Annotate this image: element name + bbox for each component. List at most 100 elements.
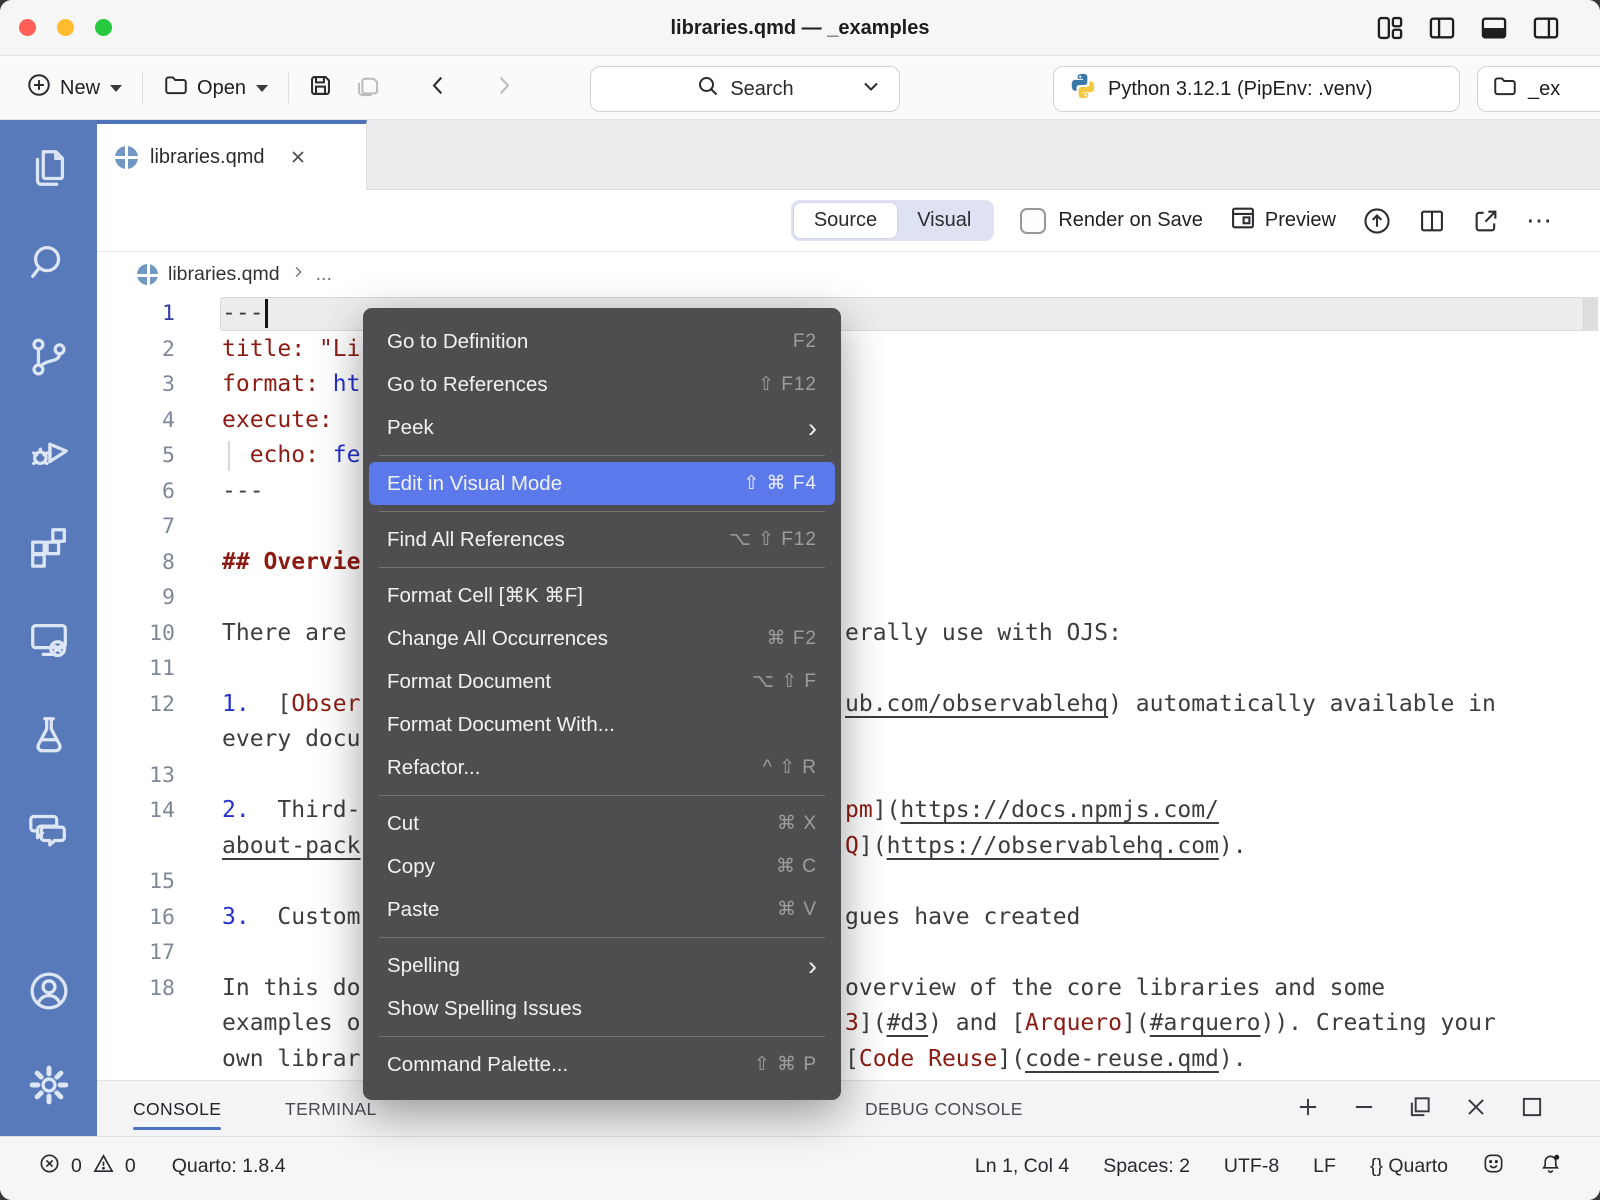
breadcrumb-file[interactable]: libraries.qmd (168, 263, 280, 286)
toggle-panel-icon[interactable] (1480, 14, 1508, 47)
navigate-back-button[interactable] (415, 72, 462, 104)
language-mode[interactable]: {} Quarto (1370, 1155, 1448, 1178)
code-line[interactable]: 15 (97, 864, 1600, 900)
menu-item-paste[interactable]: Paste⌘ V (363, 888, 841, 931)
code-line[interactable]: every docu (97, 722, 1600, 758)
source-mode-button[interactable]: Source (794, 203, 897, 238)
menu-separator (379, 511, 825, 512)
preview-button[interactable]: Preview (1229, 204, 1336, 237)
open-button[interactable]: Open (151, 66, 280, 110)
menu-item-format-document-with[interactable]: Format Document With... (363, 703, 841, 746)
code-line[interactable]: 1--- (97, 296, 1600, 332)
notifications-bell-icon[interactable] (1539, 1152, 1562, 1181)
code-line[interactable]: 2title: "Li (97, 332, 1600, 368)
eol-setting[interactable]: LF (1313, 1155, 1336, 1178)
extensions-icon[interactable] (26, 523, 72, 569)
warnings-icon[interactable] (92, 1152, 115, 1181)
settings-gear-icon[interactable] (26, 1062, 72, 1108)
panel-tab-debug-console[interactable]: DEBUG CONSOLE (865, 1081, 1023, 1137)
bottom-panel: CONSOLE TERMINAL DEBUG CONSOLE (97, 1080, 1600, 1136)
code-line[interactable]: own librar[Code Reuse](code-reuse.qmd). (97, 1042, 1600, 1078)
menu-item-format-cell-k-f[interactable]: Format Cell [⌘K ⌘F] (363, 574, 841, 617)
maximize-panel-icon[interactable] (1519, 1094, 1545, 1125)
indent-setting[interactable]: Spaces: 2 (1103, 1155, 1190, 1178)
errors-icon[interactable] (38, 1152, 61, 1181)
menu-item-command-palette[interactable]: Command Palette...⇧ ⌘ P (363, 1043, 841, 1086)
new-button[interactable]: New (14, 66, 134, 110)
code-line[interactable]: 13 (97, 758, 1600, 794)
new-console-plus-icon[interactable] (1295, 1094, 1321, 1125)
menu-item-go-to-references[interactable]: Go to References⇧ F12 (363, 363, 841, 406)
toggle-sidebar-icon[interactable] (1428, 14, 1456, 47)
explorer-icon[interactable] (26, 145, 72, 191)
menu-item-show-spelling-issues[interactable]: Show Spelling Issues (363, 987, 841, 1030)
menu-item-change-all-occurrences[interactable]: Change All Occurrences⌘ F2 (363, 617, 841, 660)
run-debug-icon[interactable] (26, 428, 72, 474)
quarto-version[interactable]: Quarto: 1.8.4 (172, 1155, 286, 1178)
code-line[interactable]: 5 echo: fe (97, 438, 1600, 474)
customize-layout-icon[interactable] (1376, 14, 1404, 47)
code-line[interactable]: 4execute: (97, 403, 1600, 439)
code-line[interactable]: 10There are erally use with OJS: (97, 616, 1600, 652)
menu-item-find-all-references[interactable]: Find All References⌥ ⇧ F12 (363, 518, 841, 561)
tab-libraries-qmd[interactable]: libraries.qmd (97, 120, 367, 190)
code-line[interactable]: 6--- (97, 474, 1600, 510)
line-number: 11 (97, 651, 175, 687)
split-editor-icon[interactable] (1418, 207, 1446, 235)
menu-item-go-to-definition[interactable]: Go to DefinitionF2 (363, 320, 841, 363)
testing-flask-icon[interactable] (26, 712, 72, 758)
menu-item-spelling[interactable]: Spelling› (363, 944, 841, 987)
code-line[interactable]: examples o3](#d3) and [Arquero](#arquero… (97, 1006, 1600, 1042)
panel-tab-console[interactable]: CONSOLE (133, 1081, 221, 1137)
code-line[interactable]: 142. Third-pm](https://docs.npmjs.com/ (97, 793, 1600, 829)
interpreter-selector[interactable]: Python 3.12.1 (PipEnv: .venv) (1053, 66, 1460, 112)
more-actions-icon[interactable]: ⋯ (1526, 205, 1554, 236)
chat-icon[interactable] (26, 806, 72, 852)
workspace-selector[interactable]: _ex (1477, 66, 1600, 112)
close-panel-icon[interactable] (1463, 1094, 1489, 1125)
toggle-secondary-sidebar-icon[interactable] (1532, 14, 1560, 47)
menu-item-edit-in-visual-mode[interactable]: Edit in Visual Mode⇧ ⌘ F4 (369, 462, 835, 505)
account-icon[interactable] (26, 968, 72, 1014)
menu-item-format-document[interactable]: Format Document⌥ ⇧ F (363, 660, 841, 703)
code-line[interactable]: 9 (97, 580, 1600, 616)
feedback-smiley-icon[interactable] (1482, 1152, 1505, 1181)
open-in-new-window-icon[interactable] (1472, 207, 1500, 235)
encoding[interactable]: UTF-8 (1224, 1155, 1279, 1178)
code-line[interactable]: 11 (97, 651, 1600, 687)
cursor-position[interactable]: Ln 1, Col 4 (975, 1155, 1069, 1178)
save-button[interactable] (297, 72, 344, 104)
menu-item-label: Cut (387, 812, 777, 836)
render-on-save-checkbox[interactable] (1020, 208, 1046, 234)
warning-count[interactable]: 0 (125, 1155, 136, 1178)
minimize-panel-icon[interactable] (1351, 1094, 1377, 1125)
menu-item-copy[interactable]: Copy⌘ C (363, 845, 841, 888)
save-all-button[interactable] (344, 72, 391, 104)
search-input[interactable]: Search (590, 66, 900, 112)
chevron-down-icon[interactable] (859, 74, 883, 104)
search-sidebar-icon[interactable] (26, 239, 72, 285)
code-line[interactable]: 18In this dooverview of the core librari… (97, 971, 1600, 1007)
sessions-icon[interactable] (26, 617, 72, 663)
menu-item-cut[interactable]: Cut⌘ X (363, 802, 841, 845)
code-token: #d3 (887, 1010, 929, 1036)
navigate-forward-button[interactable] (480, 72, 527, 104)
code-editor[interactable]: 1---2title: "Li3format: ht4execute:5 ech… (97, 296, 1600, 1080)
error-count[interactable]: 0 (71, 1155, 82, 1178)
code-line[interactable]: 17 (97, 935, 1600, 971)
restore-panel-icon[interactable] (1407, 1094, 1433, 1125)
source-control-icon[interactable] (26, 334, 72, 380)
visual-mode-button[interactable]: Visual (897, 203, 991, 238)
code-line[interactable]: 7 (97, 509, 1600, 545)
render-icon[interactable] (1362, 206, 1392, 236)
code-line[interactable]: 3format: ht (97, 367, 1600, 403)
close-tab-icon[interactable] (288, 147, 308, 167)
breadcrumb[interactable]: libraries.qmd ... (97, 252, 1600, 296)
menu-item-refactor[interactable]: Refactor...^ ⇧ R (363, 746, 841, 789)
code-line[interactable]: 8## Overvie (97, 545, 1600, 581)
code-line[interactable]: 121. [Obserub.com/observablehq) automati… (97, 687, 1600, 723)
menu-item-peek[interactable]: Peek› (363, 406, 841, 449)
breadcrumb-more[interactable]: ... (316, 263, 332, 286)
code-line[interactable]: about-packQ](https://observablehq.com). (97, 829, 1600, 865)
code-line[interactable]: 163. Customgues have created (97, 900, 1600, 936)
